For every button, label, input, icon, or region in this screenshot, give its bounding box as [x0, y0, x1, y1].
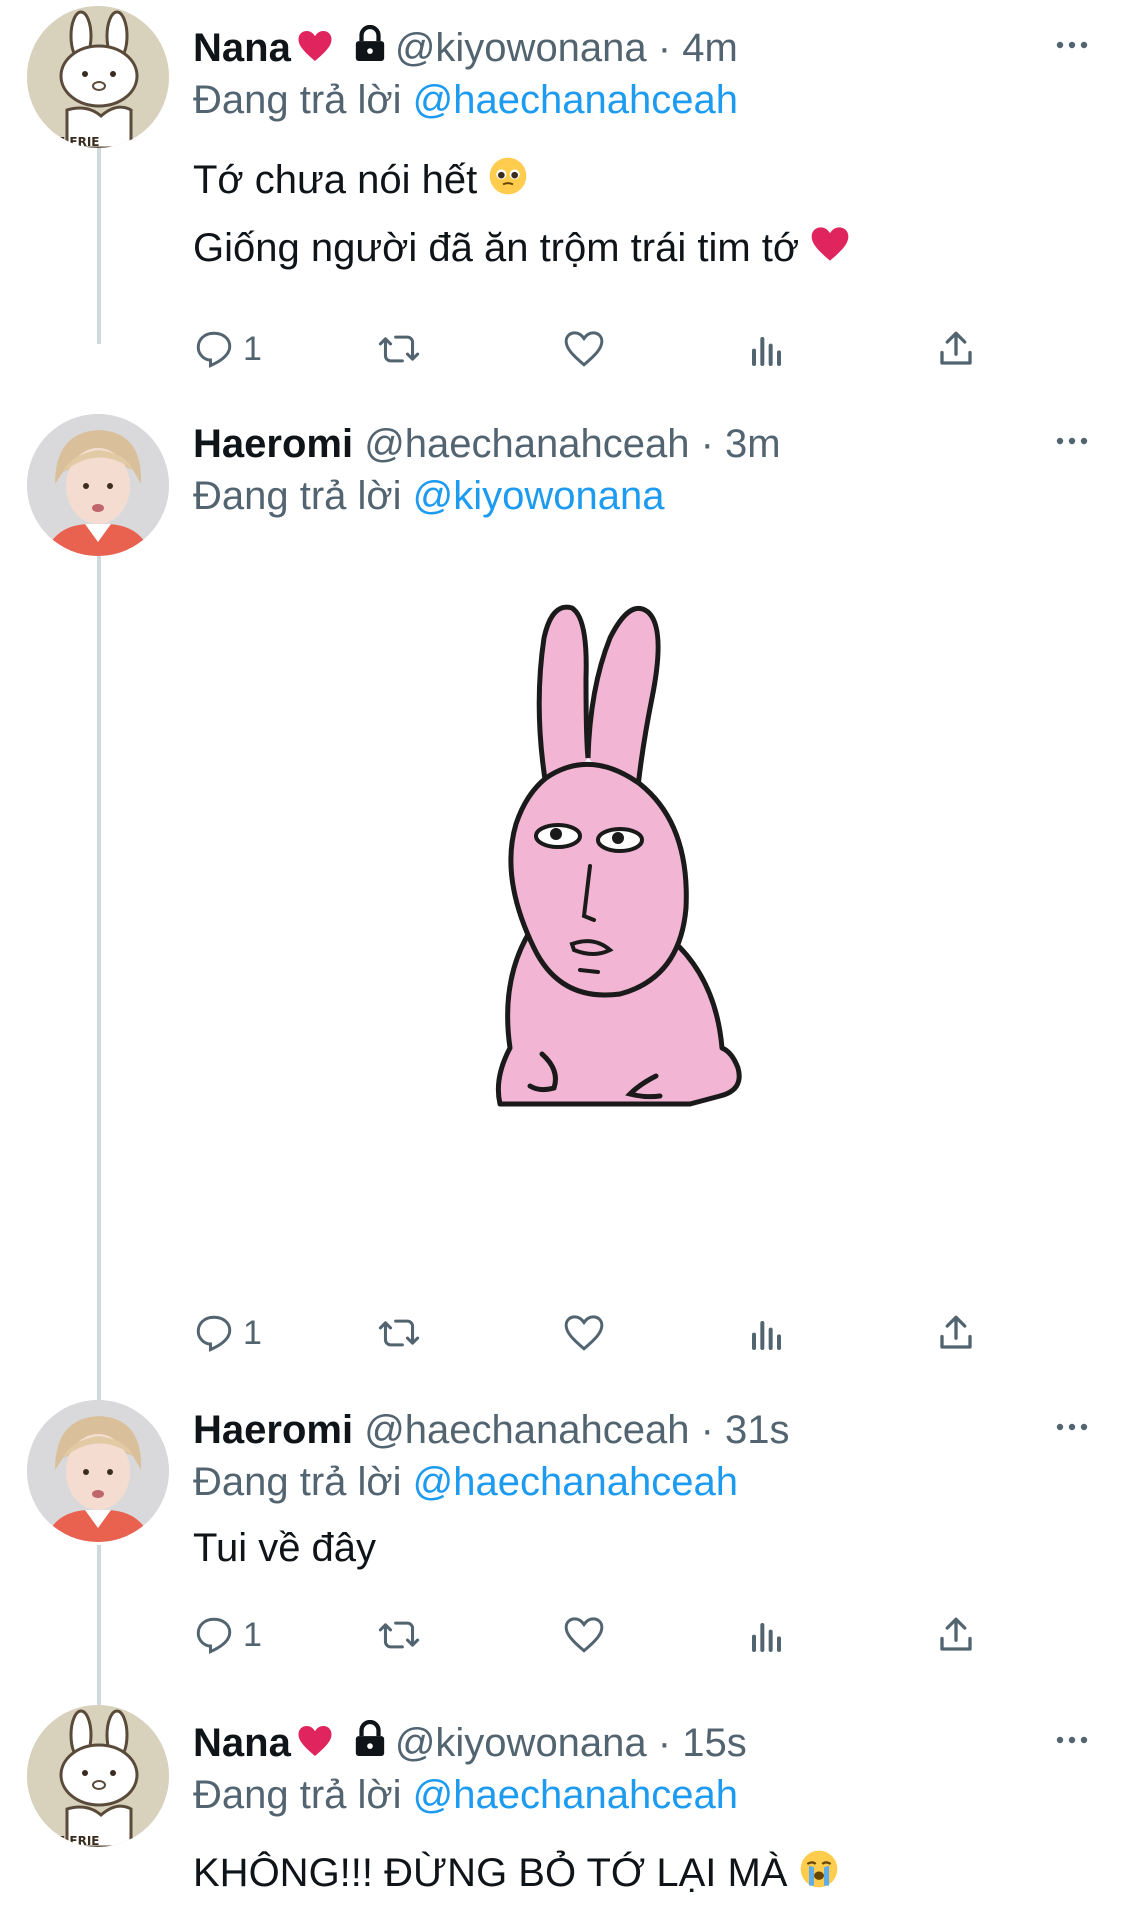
replying-prefix: Đang trả lời — [193, 1773, 402, 1817]
like-button[interactable] — [563, 1308, 605, 1358]
analytics-button[interactable] — [749, 1610, 789, 1660]
reply-count: 1 — [243, 1615, 262, 1654]
more-options-icon[interactable] — [1052, 1412, 1092, 1442]
share-icon — [940, 1315, 972, 1349]
replying-prefix: Đang trả lời — [193, 78, 402, 122]
heart-icon — [564, 1315, 604, 1351]
reply-button[interactable]: 1 — [193, 324, 262, 374]
tweet-text-line: Tui về đây — [193, 1526, 377, 1570]
handle[interactable]: @haechanahceah — [364, 1408, 689, 1452]
reply-icon — [196, 1617, 232, 1654]
retweet-button[interactable] — [377, 1308, 421, 1358]
mention-link[interactable]: @kiyowonana — [413, 474, 665, 518]
display-name[interactable]: Nana — [193, 26, 291, 70]
tweet-header: Haeromi @haechanahceah · 31s — [193, 1404, 790, 1456]
mention-link[interactable]: @haechanahceah — [413, 1460, 738, 1504]
tweet-header: Nana @kiyowonana · 4m — [193, 22, 738, 74]
analytics-button[interactable] — [749, 1308, 789, 1358]
reply-icon — [196, 1315, 232, 1352]
like-button[interactable] — [563, 1610, 605, 1660]
svg-text:E FRIE: E FRIE — [57, 135, 99, 148]
display-name[interactable]: Nana — [193, 1721, 291, 1765]
reply-icon — [196, 331, 232, 368]
pink-rabbit-sticker-image[interactable] — [470, 598, 810, 1178]
red-heart-emoji-icon — [810, 224, 850, 276]
analytics-icon — [752, 1321, 781, 1350]
pink-rabbit-sticker-icon — [495, 604, 742, 1107]
bunny-avatar-icon: E FRIE — [27, 6, 169, 148]
replying-to: Đang trả lời @haechanahceah — [193, 1456, 738, 1508]
handle[interactable]: @kiyowonana — [395, 26, 647, 70]
more-options-icon[interactable] — [1052, 426, 1092, 456]
heart-icon — [564, 1617, 604, 1653]
tweet-header: Nana @kiyowonana · 15s — [193, 1717, 747, 1769]
lock-icon — [353, 1719, 387, 1771]
more-options-icon[interactable] — [1052, 30, 1092, 60]
analytics-icon — [752, 337, 781, 366]
reply-count: 1 — [243, 329, 262, 368]
reply-count: 1 — [243, 1313, 262, 1352]
person-avatar-icon — [27, 1400, 169, 1542]
red-heart-emoji-icon — [297, 1719, 333, 1771]
tweet[interactable]: Haeromi @haechanahceah · 3m Đang trả lời… — [0, 414, 1126, 1378]
share-button[interactable] — [935, 324, 977, 374]
timestamp[interactable]: · 31s — [701, 1408, 790, 1452]
tweet[interactable]: Haeromi @haechanahceah · 31s Đang trả lờ… — [0, 1400, 1126, 1694]
tweet-text: KHÔNG!!! ĐỪNG BỎ TỚ LẠI MÀ — [193, 1847, 839, 1902]
tweet[interactable]: E FRIE Nana @kiyowonana · 4m Đang trả lời… — [0, 6, 1126, 382]
tweet-actions: 1 — [193, 324, 1013, 374]
tweet[interactable]: E FRIE Nana @kiyowonana · 15s Đang trả lờ… — [0, 1705, 1126, 1920]
person-avatar-icon — [27, 414, 169, 556]
replying-prefix: Đang trả lời — [193, 1460, 402, 1504]
tweet-header: Haeromi @haechanahceah · 3m — [193, 418, 781, 470]
replying-prefix: Đang trả lời — [193, 474, 402, 518]
like-button[interactable] — [563, 324, 605, 374]
retweet-icon — [378, 1621, 420, 1649]
tweet-text: Giống người đã ăn trộm trái tim tớ — [193, 222, 850, 276]
tweet-text-line: Giống người đã ăn trộm trái tim tớ — [193, 226, 800, 270]
tweet-text-line: Tớ chưa nói hết — [193, 158, 478, 202]
timestamp[interactable]: · 3m — [701, 422, 781, 466]
avatar[interactable] — [27, 1400, 169, 1542]
share-icon — [940, 1617, 972, 1651]
share-button[interactable] — [935, 1308, 977, 1358]
tweet-text: Tui về đây — [193, 1522, 376, 1574]
retweet-button[interactable] — [377, 324, 421, 374]
svg-text:E FRIE: E FRIE — [57, 1834, 99, 1847]
timestamp[interactable]: · 15s — [658, 1721, 747, 1765]
share-button[interactable] — [935, 1610, 977, 1660]
analytics-icon — [752, 1623, 781, 1652]
replying-to: Đang trả lời @haechanahceah — [193, 1769, 738, 1821]
pleading-face-emoji-icon — [488, 156, 528, 209]
tweet-actions: 1 — [193, 1308, 1013, 1358]
replying-to: Đang trả lời @haechanahceah — [193, 74, 738, 126]
heart-icon — [564, 331, 604, 367]
handle[interactable]: @haechanahceah — [364, 422, 689, 466]
retweet-icon — [378, 1319, 420, 1347]
mention-link[interactable]: @haechanahceah — [413, 78, 738, 122]
tweet-actions: 1 — [193, 1610, 1013, 1660]
red-heart-emoji-icon — [297, 24, 333, 76]
avatar[interactable]: E FRIE — [27, 1705, 169, 1847]
retweet-icon — [378, 335, 420, 363]
tweet-text-line: KHÔNG!!! ĐỪNG BỎ TỚ LẠI MÀ — [193, 1851, 788, 1895]
handle[interactable]: @kiyowonana — [395, 1721, 647, 1765]
reply-button[interactable]: 1 — [193, 1610, 262, 1660]
reply-button[interactable]: 1 — [193, 1308, 262, 1358]
more-options-icon[interactable] — [1052, 1725, 1092, 1755]
retweet-button[interactable] — [377, 1610, 421, 1660]
display-name[interactable]: Haeromi — [193, 1408, 353, 1452]
lock-icon — [353, 24, 387, 76]
bunny-avatar-icon: E FRIE — [27, 1705, 169, 1847]
tweet-text: Tớ chưa nói hết — [193, 154, 528, 209]
avatar[interactable]: E FRIE — [27, 6, 169, 148]
share-icon — [940, 331, 972, 365]
avatar[interactable] — [27, 414, 169, 556]
timestamp[interactable]: · 4m — [658, 26, 738, 70]
replying-to: Đang trả lời @kiyowonana — [193, 470, 665, 522]
analytics-button[interactable] — [749, 324, 789, 374]
display-name[interactable]: Haeromi — [193, 422, 353, 466]
mention-link[interactable]: @haechanahceah — [413, 1773, 738, 1817]
loudly-crying-face-emoji-icon — [799, 1849, 839, 1902]
